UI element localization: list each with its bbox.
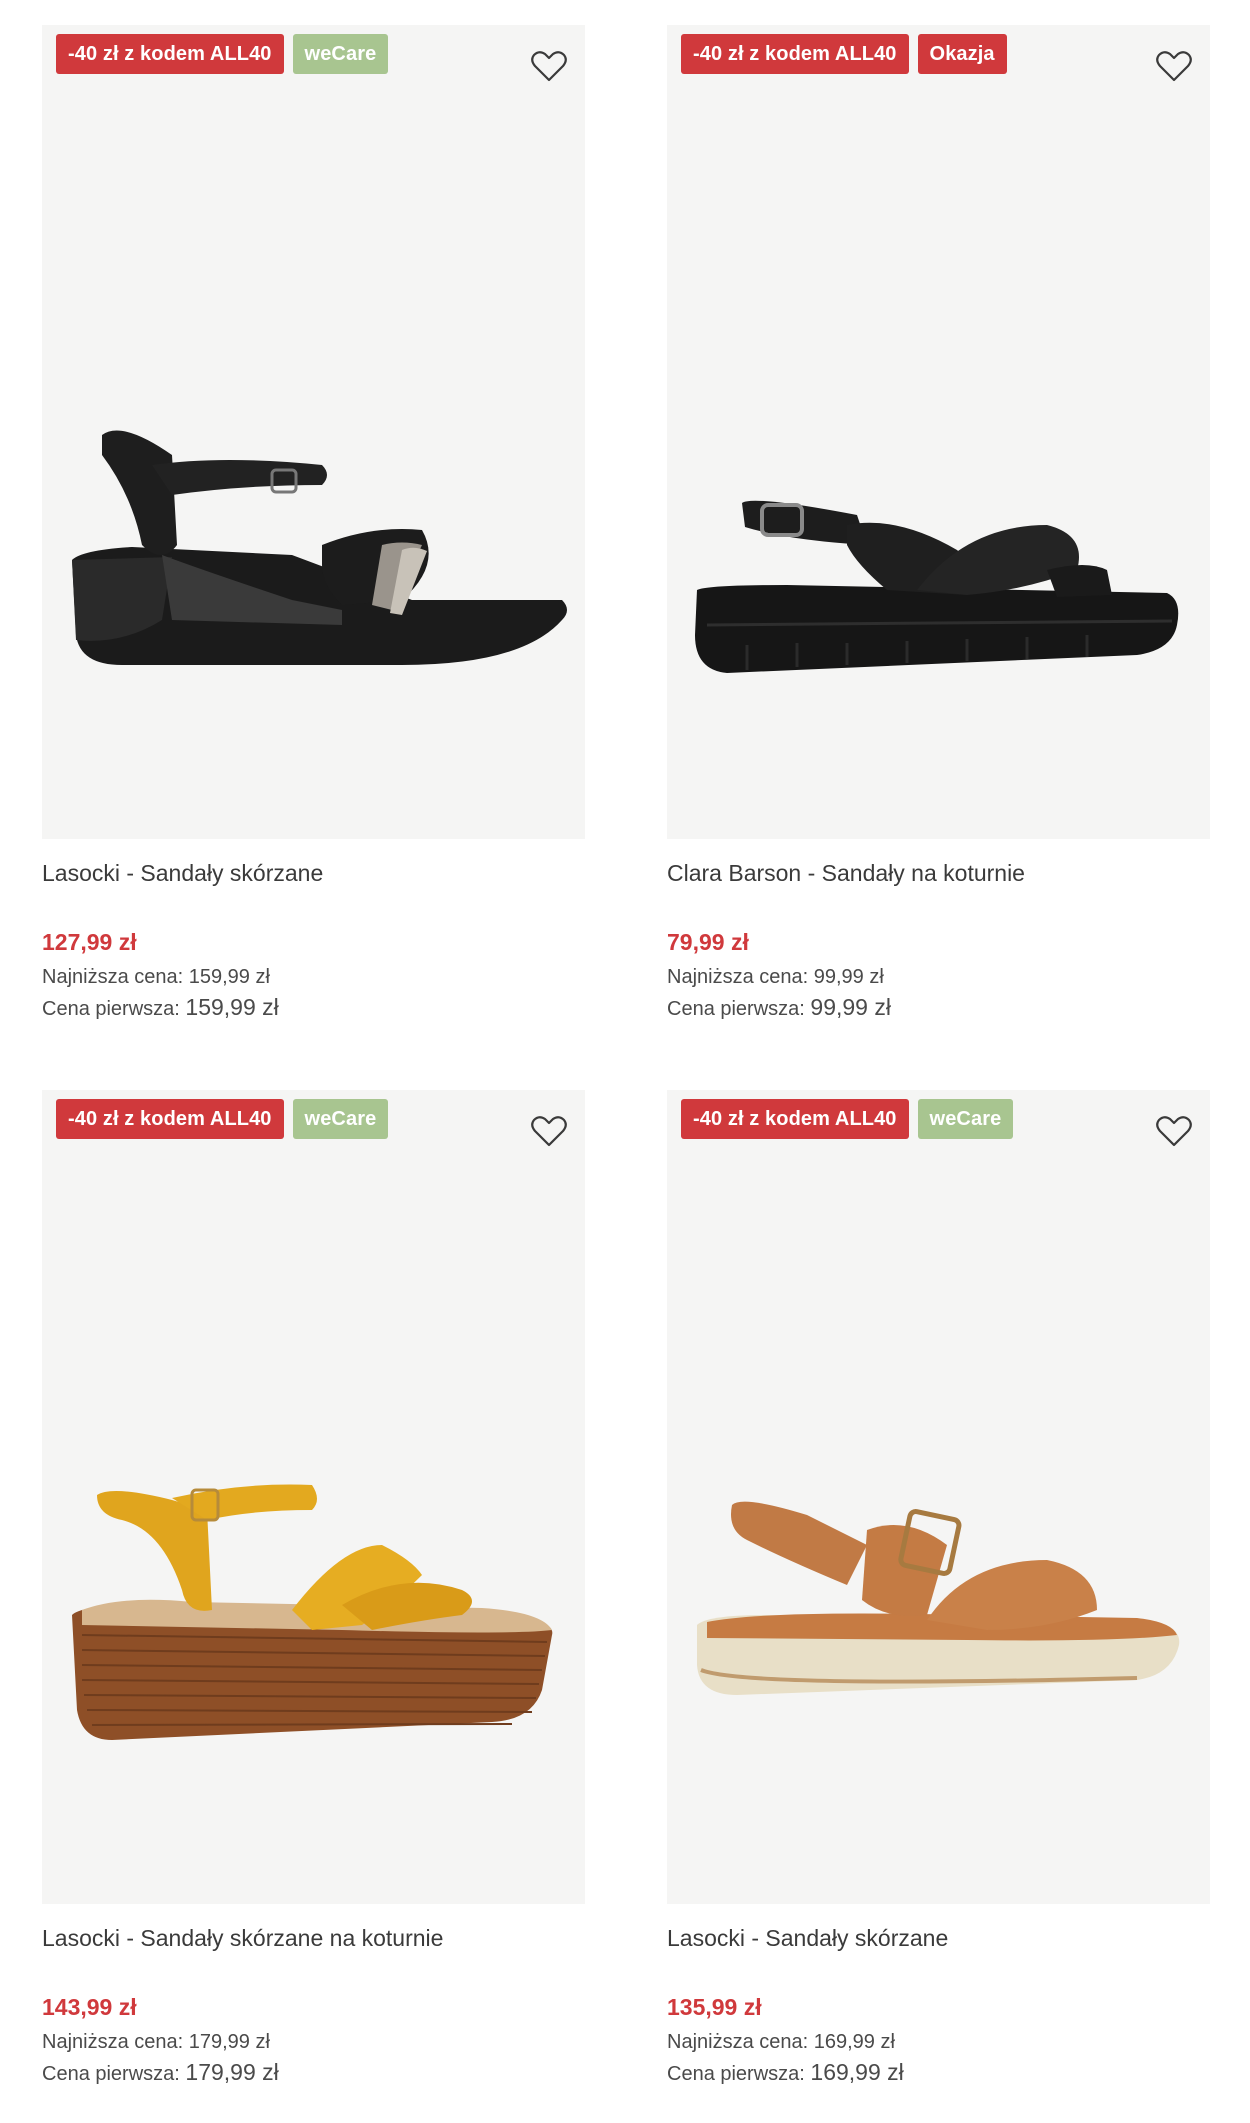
lowest-price-label: Najniższa cena:: [42, 2031, 184, 2053]
badge-group: -40 zł z kodem ALL40 Okazja: [681, 34, 1007, 74]
lowest-price-row: Najniższa cena: 179,99 zł: [42, 2027, 585, 2057]
badge-group: -40 zł z kodem ALL40 weCare: [56, 1099, 389, 1139]
product-photo: [695, 500, 1179, 673]
product-price: 79,99 zł: [667, 929, 749, 955]
product-image[interactable]: -40 zł z kodem ALL40 weCare: [667, 1090, 1210, 1904]
discount-badge: -40 zł z kodem ALL40: [56, 1099, 284, 1139]
product-card[interactable]: -40 zł z kodem ALL40 weCare Lasocki - Sa…: [667, 1090, 1210, 2089]
lowest-price-row: Najniższa cena: 99,99 zł: [667, 962, 1210, 992]
original-price-label: Cena pierwsza:: [42, 2063, 180, 2085]
lowest-price-value: 169,99 zł: [813, 2031, 895, 2053]
product-name[interactable]: Lasocki - Sandały skórzane: [42, 856, 585, 890]
original-price-row: Cena pierwsza: 159,99 zł: [42, 992, 585, 1024]
original-price-value: 99,99 zł: [810, 994, 891, 1020]
product-photo: [72, 1484, 553, 1740]
original-price-value: 159,99 zł: [185, 994, 279, 1020]
original-price-row: Cena pierwsza: 169,99 zł: [667, 2057, 1210, 2089]
product-photo: [72, 430, 567, 665]
wecare-badge: weCare: [292, 34, 389, 74]
heart-outline-icon[interactable]: [1154, 46, 1194, 86]
product-image[interactable]: -40 zł z kodem ALL40 weCare: [42, 25, 585, 839]
product-name[interactable]: Clara Barson - Sandały na koturnie: [667, 856, 1210, 890]
heart-outline-icon[interactable]: [1154, 1111, 1194, 1151]
original-price-label: Cena pierwsza:: [42, 998, 180, 1020]
product-image[interactable]: -40 zł z kodem ALL40 Okazja: [667, 25, 1210, 839]
product-image[interactable]: -40 zł z kodem ALL40 weCare: [42, 1090, 585, 1904]
lowest-price-value: 179,99 zł: [188, 2031, 270, 2053]
heart-outline-icon[interactable]: [529, 46, 569, 86]
lowest-price-label: Najniższa cena:: [667, 2031, 809, 2053]
heart-outline-icon[interactable]: [529, 1111, 569, 1151]
product-price: 127,99 zł: [42, 929, 137, 955]
badge-group: -40 zł z kodem ALL40 weCare: [56, 34, 389, 74]
wecare-badge: weCare: [917, 1099, 1014, 1139]
original-price-value: 179,99 zł: [185, 2059, 279, 2085]
deal-badge: Okazja: [917, 34, 1007, 74]
wecare-badge: weCare: [292, 1099, 389, 1139]
lowest-price-value: 159,99 zł: [188, 966, 270, 988]
discount-badge: -40 zł z kodem ALL40: [681, 34, 909, 74]
discount-badge: -40 zł z kodem ALL40: [56, 34, 284, 74]
product-photo: [697, 1501, 1180, 1695]
original-price-value: 169,99 zł: [810, 2059, 904, 2085]
original-price-row: Cena pierwsza: 99,99 zł: [667, 992, 1210, 1024]
lowest-price-label: Najniższa cena:: [667, 966, 809, 988]
original-price-row: Cena pierwsza: 179,99 zł: [42, 2057, 585, 2089]
product-price: 135,99 zł: [667, 1994, 762, 2020]
product-card[interactable]: -40 zł z kodem ALL40 Okazja Clara Barson…: [667, 25, 1210, 1024]
original-price-label: Cena pierwsza:: [667, 2063, 805, 2085]
lowest-price-row: Najniższa cena: 169,99 zł: [667, 2027, 1210, 2057]
discount-badge: -40 zł z kodem ALL40: [681, 1099, 909, 1139]
product-name[interactable]: Lasocki - Sandały skórzane: [667, 1921, 1210, 1955]
product-price: 143,99 zł: [42, 1994, 137, 2020]
product-card[interactable]: -40 zł z kodem ALL40 weCare Lasocki - Sa…: [42, 25, 585, 1024]
product-grid: -40 zł z kodem ALL40 weCare Lasocki - Sa…: [0, 0, 1250, 2123]
original-price-label: Cena pierwsza:: [667, 998, 805, 1020]
lowest-price-label: Najniższa cena:: [42, 966, 184, 988]
lowest-price-row: Najniższa cena: 159,99 zł: [42, 962, 585, 992]
lowest-price-value: 99,99 zł: [813, 966, 884, 988]
badge-group: -40 zł z kodem ALL40 weCare: [681, 1099, 1014, 1139]
product-name[interactable]: Lasocki - Sandały skórzane na koturnie: [42, 1921, 585, 1955]
product-card[interactable]: -40 zł z kodem ALL40 weCare Lasocki - Sa…: [42, 1090, 585, 2089]
